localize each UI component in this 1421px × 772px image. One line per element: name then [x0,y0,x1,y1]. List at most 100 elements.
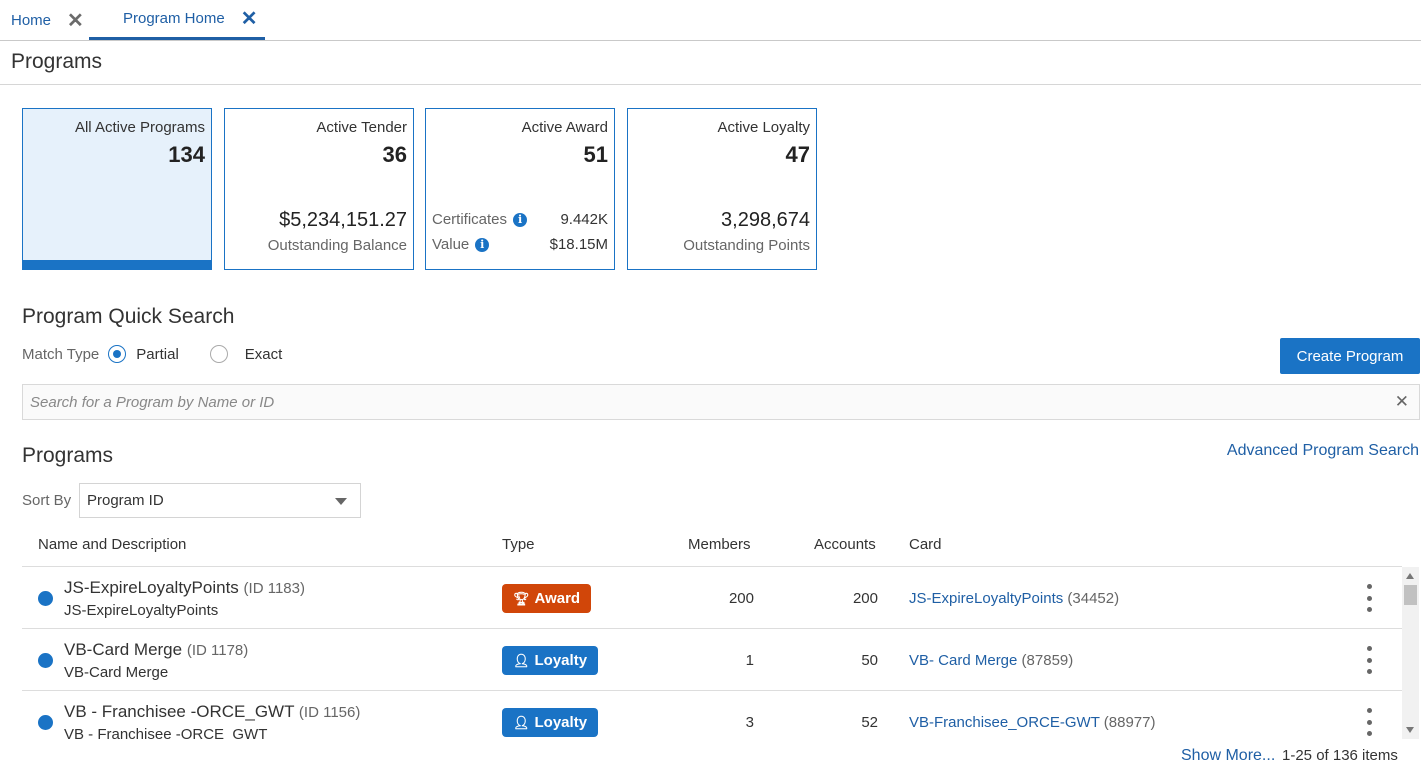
program-id: (ID 1183) [243,580,305,597]
more-actions-icon[interactable] [1361,584,1377,612]
value-row: Value i $18.15M [432,236,608,253]
clear-icon[interactable]: ✕ [1395,392,1409,412]
status-dot [38,591,53,606]
column-name: Name and Description [38,536,187,553]
radio-partial-label[interactable]: Partial [136,346,179,363]
more-actions-icon[interactable] [1361,708,1377,736]
certificates-value: 9.442K [560,211,608,228]
tile-count: 47 [785,142,810,167]
certificates-row: Certificates i 9.442K [432,211,608,228]
table-row[interactable]: VB - Franchisee -ORCE_GWT (ID 1156) VB -… [22,691,1402,739]
card-id: (87859) [1021,652,1074,669]
match-type-label: Match Type [22,345,100,363]
scroll-up-icon[interactable] [1406,573,1414,579]
program-id: (ID 1178) [186,642,249,659]
card-cell: VB-Franchisee_ORCE-GWT (88977) [909,714,1155,731]
value-label: Value [432,236,470,253]
type-label: Loyalty [534,714,588,731]
close-icon[interactable]: ✕ [241,6,258,31]
table-row[interactable]: JS-ExpireLoyaltyPoints (ID 1183) JS-Expi… [22,567,1402,629]
radio-exact-label[interactable]: Exact [245,346,283,363]
table-header: Name and Description Type Members Accoun… [22,530,1402,567]
tile-title: Active Loyalty [717,119,810,136]
column-type: Type [502,536,535,553]
person-icon: 👤︎ [513,652,530,668]
program-name[interactable]: VB - Franchisee -ORCE_GWT [64,702,294,721]
tab-label[interactable]: Program Home [123,10,225,27]
certificates-label: Certificates [432,211,508,228]
tile-active-loyalty[interactable]: Active Loyalty 47 3,298,674 Outstanding … [627,108,817,270]
card-link[interactable]: JS-ExpireLoyaltyPoints [909,590,1063,607]
column-accounts: Accounts [814,536,876,553]
page-title: Programs [11,50,103,73]
tile-count: 36 [382,142,407,167]
divider [0,84,1421,85]
program-description: VB - Franchisee -ORCE_GWT [64,726,268,739]
tile-amount: 3,298,674 [721,209,810,231]
more-actions-icon[interactable] [1361,646,1377,674]
card-cell: JS-ExpireLoyaltyPoints (34452) [909,590,1119,607]
program-name-line: JS-ExpireLoyaltyPoints (ID 1183) [64,578,305,598]
program-id: (ID 1156) [298,704,361,721]
table-body: JS-ExpireLoyaltyPoints (ID 1183) JS-Expi… [22,567,1402,739]
program-name-line: VB - Franchisee -ORCE_GWT (ID 1156) [64,702,360,722]
trophy-icon: 🏆︎ [513,590,530,606]
card-link[interactable]: VB- Card Merge [909,652,1017,669]
table-row[interactable]: VB-Card Merge (ID 1178) VB-Card Merge 👤︎… [22,629,1402,691]
accounts-count: 200 [852,590,878,607]
info-icon[interactable]: i [513,212,528,227]
tile-active-award[interactable]: Active Award 51 Certificates i 9.442K Va… [425,108,615,270]
create-program-button[interactable]: Create Program [1280,338,1420,374]
accounts-count: 50 [861,652,878,669]
radio-exact[interactable] [209,345,228,363]
tile-active-tender[interactable]: Active Tender 36 $5,234,151.27 Outstandi… [224,108,414,270]
tile-subtitle: Outstanding Points [683,237,810,254]
status-dot [38,715,53,730]
chevron-down-icon [335,498,347,505]
tab-bar: Home ✕ Program Home ✕ [0,0,1421,41]
sort-by-select[interactable]: Program ID [79,483,361,518]
members-count: 1 [745,652,754,669]
search-box: ✕ [22,384,1420,420]
tile-amount: $5,234,151.27 [279,209,407,231]
item-count: 1-25 of 136 items [1282,747,1398,764]
status-dot [38,653,53,668]
search-input[interactable] [30,385,1380,419]
programs-title: Programs [22,444,114,467]
tile-title: Active Award [521,119,608,136]
program-description: VB-Card Merge [64,664,169,681]
quick-search-title: Program Quick Search [22,305,235,328]
accounts-count: 52 [861,714,878,731]
tile-title: Active Tender [316,119,407,136]
show-more-link[interactable]: Show More... [1181,747,1275,765]
type-badge: 👤︎ Loyalty [502,646,599,675]
close-icon[interactable]: ✕ [67,8,84,33]
sort-by-label: Sort By [22,492,72,509]
type-label: Loyalty [534,652,588,669]
vertical-scrollbar[interactable] [1402,567,1419,739]
tile-all-active-programs[interactable]: All Active Programs 134 [22,108,212,270]
tile-count: 51 [583,142,608,167]
column-members: Members [688,536,751,553]
info-icon[interactable]: i [475,237,490,252]
card-link[interactable]: VB-Franchisee_ORCE-GWT [909,714,1100,731]
scroll-down-icon[interactable] [1406,727,1414,733]
scrollbar-thumb[interactable] [1404,585,1417,605]
radio-partial[interactable] [108,345,127,363]
value-amount: $18.15M [549,236,608,253]
tab-program-home[interactable]: Program Home ✕ [89,0,266,40]
members-count: 200 [728,590,754,607]
program-name[interactable]: JS-ExpireLoyaltyPoints [64,578,239,597]
program-name-line: VB-Card Merge (ID 1178) [64,640,248,660]
members-count: 3 [745,714,754,731]
tile-subtitle: Outstanding Balance [267,237,407,254]
card-id: (88977) [1103,714,1156,731]
sort-by-value: Program ID [87,492,164,509]
type-badge: 🏆︎ Award [502,584,592,613]
tile-title: All Active Programs [74,119,205,136]
advanced-search-link[interactable]: Advanced Program Search [1227,442,1419,460]
tab-home[interactable]: Home ✕ [11,0,84,40]
selected-indicator [22,260,212,270]
tab-label[interactable]: Home [11,12,51,29]
program-name[interactable]: VB-Card Merge [64,640,182,659]
